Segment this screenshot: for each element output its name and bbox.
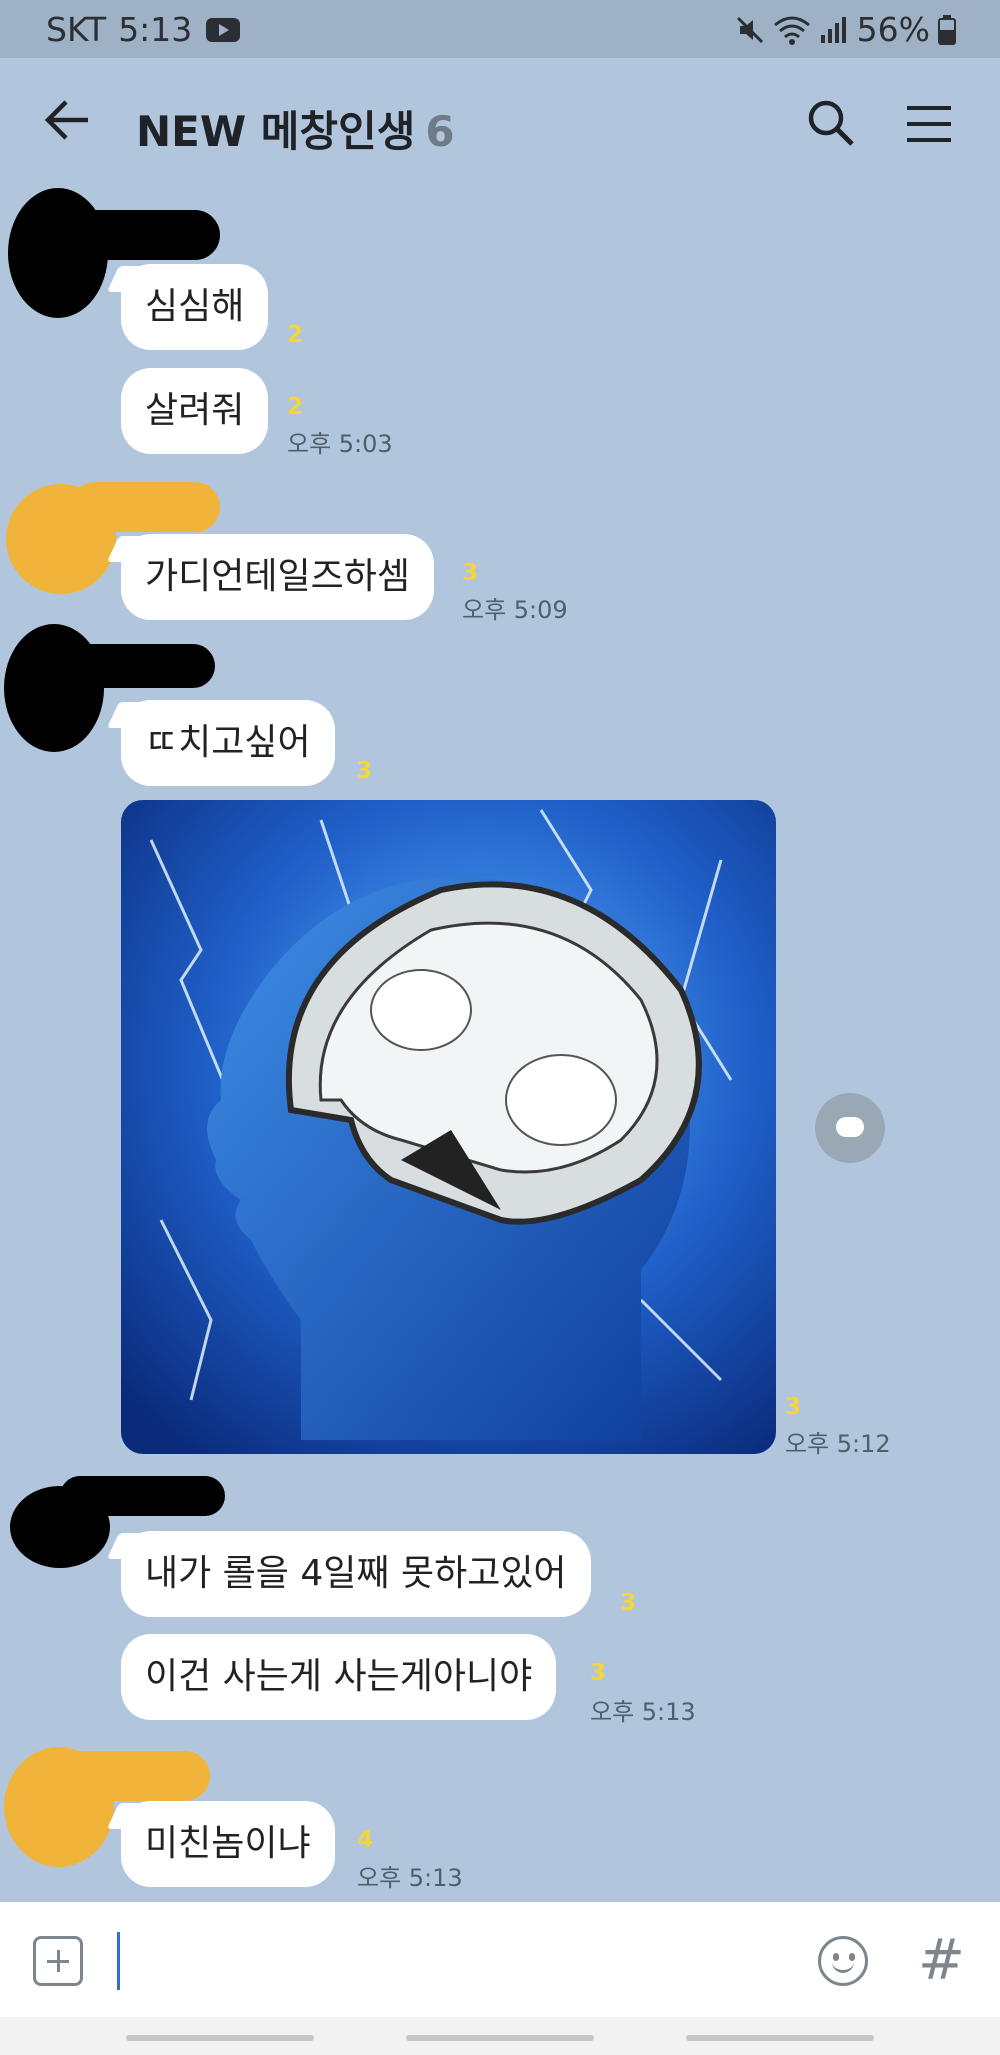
chat-header: NEW 메창인생 6: [0, 58, 1000, 194]
mute-icon: [736, 16, 763, 43]
text-cursor: [117, 1932, 120, 1990]
carrier-label: SKT: [46, 10, 107, 49]
unread-count: 2: [287, 394, 304, 420]
wifi-icon: [773, 16, 810, 45]
brain-lightning-photo[interactable]: [121, 800, 776, 1454]
unread-count: 3: [620, 1590, 637, 1616]
menu-icon[interactable]: [905, 102, 955, 146]
chat-room-name: NEW 메창인생: [136, 107, 416, 156]
chat-title: NEW 메창인생 6: [136, 98, 455, 159]
unread-count: 2: [287, 322, 304, 348]
nav-back-button[interactable]: [686, 2035, 874, 2041]
system-nav-bar: [0, 2017, 1000, 2055]
status-bar: SKT 5:13 56%: [0, 0, 1000, 58]
message-input[interactable]: [110, 1922, 790, 2000]
message-bubble[interactable]: 내가 롤을 4일째 못하고있어: [121, 1531, 591, 1617]
battery-percent: 56%: [856, 10, 930, 49]
back-arrow-icon[interactable]: [42, 94, 94, 146]
emoji-icon[interactable]: [818, 1936, 868, 1986]
message-time: 오후 5:09: [462, 596, 568, 624]
battery-icon: [938, 14, 956, 45]
nav-recent-button[interactable]: [126, 2035, 314, 2041]
hash-icon[interactable]: #: [918, 1928, 965, 1993]
unread-count: 3: [785, 1394, 802, 1420]
search-icon[interactable]: [806, 98, 856, 148]
message-input-bar: #: [0, 1902, 1000, 2017]
unread-count: 3: [356, 758, 373, 784]
message-bubble[interactable]: 살려줘: [121, 368, 269, 454]
signal-icon: [820, 16, 846, 43]
message-time: 오후 5:13: [357, 1864, 463, 1892]
nav-home-button[interactable]: [406, 2035, 594, 2041]
unread-count: 3: [590, 1660, 607, 1686]
unread-count: 4: [357, 1827, 374, 1853]
message-time: 오후 5:03: [287, 430, 393, 458]
unread-count: 3: [462, 560, 479, 586]
message-bubble[interactable]: ㄸ치고싶어: [121, 700, 335, 786]
message-bubble[interactable]: 이건 사는게 사는게아니야: [121, 1634, 557, 1720]
clock: 5:13: [118, 10, 193, 49]
message-bubble[interactable]: 미친놈이냐: [121, 1801, 335, 1887]
message-time: 오후 5:12: [785, 1430, 891, 1458]
message-time: 오후 5:13: [590, 1698, 696, 1726]
plus-icon[interactable]: [33, 1936, 83, 1986]
share-icon[interactable]: [815, 1093, 885, 1163]
youtube-icon: [206, 17, 241, 42]
message-bubble[interactable]: 가디언테일즈하셈: [121, 534, 434, 620]
message-bubble[interactable]: 심심해: [121, 264, 269, 350]
member-count: 6: [425, 107, 455, 156]
